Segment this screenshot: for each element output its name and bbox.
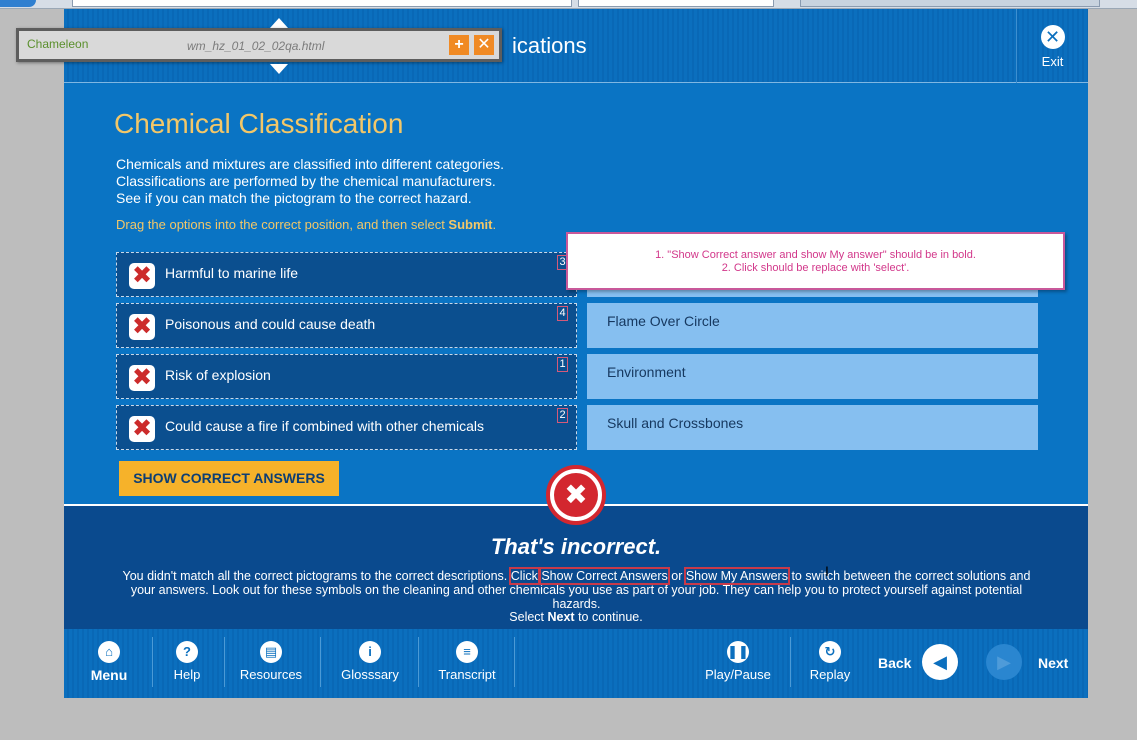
help-button[interactable]: ? Help: [162, 629, 212, 698]
next-hint-prefix: Select: [509, 610, 548, 624]
plus-icon[interactable]: +: [449, 35, 469, 55]
browser-tab-strip: [0, 0, 1137, 9]
divider: [418, 637, 419, 687]
incorrect-feedback-icon: ✖: [546, 465, 606, 525]
instruction-text: Drag the options into the correct positi…: [116, 217, 496, 232]
incorrect-icon: ✖: [129, 314, 155, 340]
help-label: Help: [173, 667, 201, 682]
drop-target-label: Flame Over Circle: [607, 313, 720, 329]
chameleon-logo: Chameleon: [27, 37, 89, 51]
review-note: 1. "Show Correct answer and show My answ…: [566, 232, 1065, 290]
transcript-button[interactable]: ≡ Transcript: [428, 629, 506, 698]
drop-target[interactable]: Environment: [587, 354, 1038, 399]
review-note-line: 1. "Show Correct answer and show My answ…: [655, 249, 976, 261]
transcript-label: Transcript: [438, 667, 496, 682]
feedback-show-correct-highlight: Show Correct Answers: [539, 567, 670, 585]
divider: [514, 637, 515, 687]
info-icon: i: [359, 641, 381, 663]
menu-button[interactable]: ⌂ Menu: [84, 629, 134, 698]
play-pause-button[interactable]: ❚❚ Play/Pause: [698, 629, 778, 698]
next-arrow-icon[interactable]: ▶: [986, 644, 1022, 680]
drag-item-label: Harmful to marine life: [165, 265, 299, 281]
divider: [790, 637, 791, 687]
divider: [152, 637, 153, 687]
home-icon: ⌂: [98, 641, 120, 663]
instruction-submit: Submit: [448, 217, 493, 232]
course-title: ications: [512, 33, 587, 58]
drop-target-label: Skull and Crossbones: [607, 415, 744, 431]
drop-target[interactable]: Flame Over Circle: [587, 303, 1038, 348]
chameleon-toolbar: Chameleon wm_hz_01_02_02qa.html + ✕: [16, 28, 502, 62]
x-icon: ✖: [554, 473, 598, 517]
next-label[interactable]: Next: [1038, 655, 1068, 671]
browser-back-button[interactable]: [0, 0, 36, 7]
drag-item-label: Could cause a fire if combined with othe…: [165, 418, 485, 434]
replay-icon: ↻: [819, 641, 841, 663]
intro-line: Classifications are performed by the che…: [116, 173, 496, 189]
incorrect-icon: ✖: [129, 263, 155, 289]
activity-area: Chemical Classification Chemicals and mi…: [64, 84, 1088, 504]
incorrect-icon: ✖: [129, 365, 155, 391]
document-icon: ▤: [260, 641, 282, 663]
incorrect-icon: ✖: [129, 416, 155, 442]
overlay-up-arrow-icon[interactable]: [270, 18, 288, 28]
feedback-text: or: [667, 569, 686, 583]
browser-tab[interactable]: [578, 0, 774, 7]
item-number: 2: [557, 408, 568, 423]
feedback-body: You didn't match all the correct pictogr…: [114, 567, 1039, 611]
resources-label: Resources: [239, 667, 303, 682]
divider: [224, 637, 225, 687]
close-icon[interactable]: ✕: [474, 35, 494, 55]
instruction-suffix: .: [492, 217, 497, 232]
intro-text: Chemicals and mixtures are classified in…: [116, 156, 596, 207]
back-arrow-icon[interactable]: ◀: [922, 644, 958, 680]
bottom-nav: ⌂ Menu ? Help ▤ Resources i Glosssary ≡ …: [64, 629, 1088, 698]
menu-label: Menu: [90, 667, 128, 683]
pause-icon: ❚❚: [727, 641, 749, 663]
replay-button[interactable]: ↻ Replay: [802, 629, 858, 698]
drag-item[interactable]: ✖ Could cause a fire if combined with ot…: [116, 405, 577, 450]
feedback-click-highlight: Click: [508, 567, 540, 585]
item-number: 4: [557, 306, 568, 321]
glossary-button[interactable]: i Glosssary: [332, 629, 408, 698]
filename-label: wm_hz_01_02_02qa.html: [187, 39, 325, 53]
back-label[interactable]: Back: [878, 655, 911, 671]
exit-label: Exit: [1041, 54, 1064, 69]
overlay-down-arrow-icon[interactable]: [270, 64, 288, 74]
instruction-prefix: Drag the options into the correct positi…: [116, 217, 449, 232]
next-hint-suffix: to continue.: [574, 610, 643, 624]
page-title: Chemical Classification: [114, 108, 404, 139]
intro-line: See if you can match the pictogram to th…: [116, 190, 472, 206]
feedback-title: That's incorrect.: [490, 534, 662, 559]
feedback-show-mine-highlight: Show My Answers: [683, 567, 790, 585]
drag-item[interactable]: ✖ Poisonous and could cause death 4: [116, 303, 577, 348]
divider: [320, 637, 321, 687]
resources-button[interactable]: ▤ Resources: [232, 629, 310, 698]
drag-item[interactable]: ✖ Harmful to marine life 3: [116, 252, 577, 297]
feedback-next-hint: Select Next to continue.: [64, 610, 1088, 624]
help-icon: ?: [176, 641, 198, 663]
glossary-label: Glosssary: [341, 667, 399, 682]
show-correct-answers-button[interactable]: SHOW CORRECT ANSWERS: [119, 461, 339, 496]
item-number: 1: [557, 357, 568, 372]
next-hint-bold: Next: [547, 610, 575, 624]
list-icon: ≡: [456, 641, 478, 663]
drag-item[interactable]: ✖ Risk of explosion 1: [116, 354, 577, 399]
play-pause-label: Play/Pause: [705, 667, 771, 682]
browser-tab[interactable]: [800, 0, 1100, 7]
drag-item-label: Poisonous and could cause death: [165, 316, 376, 332]
drop-target-label: Environment: [607, 364, 686, 380]
feedback-text: You didn't match all the correct pictogr…: [122, 569, 511, 583]
browser-address-bar[interactable]: [72, 0, 572, 7]
exit-button[interactable]: ✕ Exit: [1016, 9, 1088, 83]
course-player: ications ✕ Exit Chemical Classification …: [64, 9, 1088, 698]
intro-line: Chemicals and mixtures are classified in…: [116, 156, 505, 172]
drop-target[interactable]: Skull and Crossbones: [587, 405, 1038, 450]
close-icon: ✕: [1040, 25, 1065, 49]
review-note-line: 2. Click should be replace with 'select'…: [721, 262, 910, 274]
replay-label: Replay: [809, 667, 851, 682]
drag-item-label: Risk of explosion: [165, 367, 271, 383]
text-cursor-icon: I: [825, 563, 829, 579]
